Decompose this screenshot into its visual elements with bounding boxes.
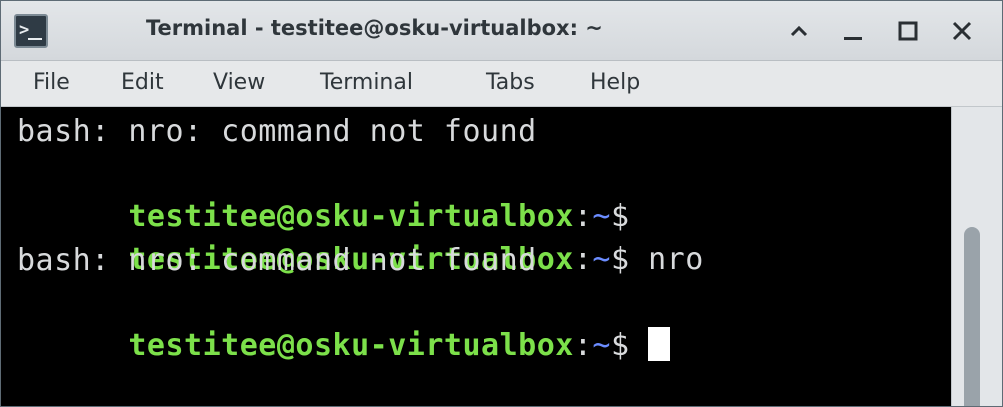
prompt-line: testitee@osku-virtualbox:~$ xyxy=(17,283,671,406)
output-line: bash: nro: command not found xyxy=(17,114,537,149)
prompt-dollar: $ xyxy=(610,328,630,363)
close-icon xyxy=(952,21,972,41)
terminal-output[interactable]: bash: nro: command not found testitee@os… xyxy=(1,107,951,406)
maximize-icon xyxy=(898,21,918,41)
typed-command: nro xyxy=(629,242,704,277)
prompt-user: testitee@osku-virtualbox xyxy=(128,328,574,363)
close-button[interactable] xyxy=(946,15,978,47)
prompt-dollar: $ xyxy=(610,242,630,277)
typed-command xyxy=(630,328,649,363)
terminal-window: > Terminal - testitee@osku-virtualbox: ~… xyxy=(0,0,1003,407)
minimize-icon xyxy=(844,37,862,40)
chevron-up-icon[interactable] xyxy=(783,15,815,47)
prompt-path: ~ xyxy=(592,328,611,363)
text-cursor xyxy=(648,327,671,361)
prompt-colon: : xyxy=(573,328,593,363)
menu-bar: File Edit View Terminal Tabs Help xyxy=(1,61,1002,107)
menu-help[interactable]: Help xyxy=(590,70,640,95)
maximize-button[interactable] xyxy=(892,15,924,47)
output-line: bash: nro: command not found xyxy=(17,243,537,278)
title-bar[interactable]: > Terminal - testitee@osku-virtualbox: ~ xyxy=(1,1,1002,61)
prompt-path: ~ xyxy=(592,242,611,277)
menu-file[interactable]: File xyxy=(33,70,70,95)
vertical-scrollbar[interactable] xyxy=(951,107,1002,406)
menu-tabs[interactable]: Tabs xyxy=(486,70,535,95)
terminal-icon: > xyxy=(14,14,48,48)
menu-terminal[interactable]: Terminal xyxy=(320,70,413,95)
menu-view[interactable]: View xyxy=(213,70,265,95)
window-title: Terminal - testitee@osku-virtualbox: ~ xyxy=(146,16,603,40)
minimize-button[interactable] xyxy=(837,15,869,47)
prompt-colon: : xyxy=(573,242,593,277)
menu-edit[interactable]: Edit xyxy=(121,70,164,95)
scrollbar-thumb[interactable] xyxy=(964,227,980,406)
